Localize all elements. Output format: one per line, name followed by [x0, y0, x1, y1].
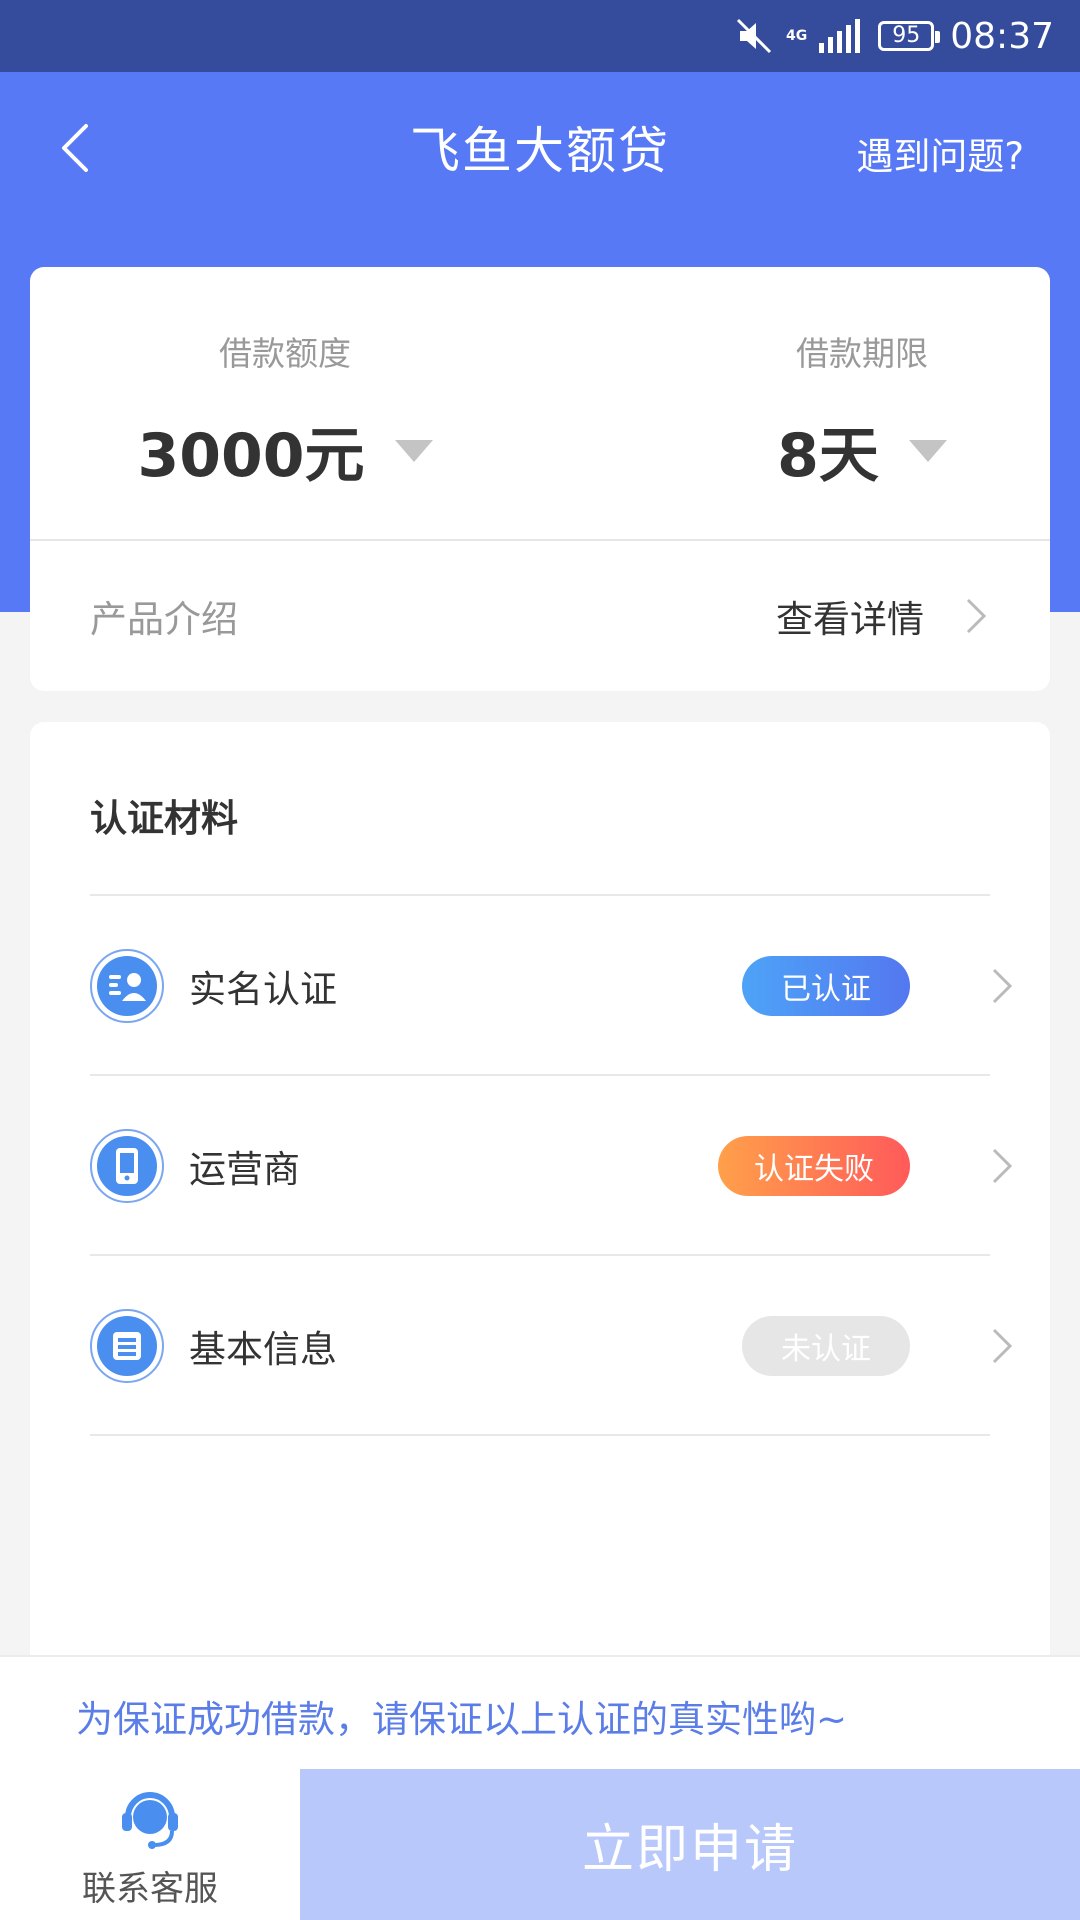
- chevron-right-icon: [966, 598, 987, 634]
- phone-icon: [90, 1129, 164, 1203]
- view-details-link[interactable]: 查看详情: [776, 589, 924, 643]
- status-badge: 认证失败: [718, 1136, 910, 1196]
- cert-item-real-name[interactable]: 实名认证 已认证: [90, 896, 1020, 1076]
- status-bar: 4G 95 08:37: [0, 0, 1080, 72]
- contact-service-button[interactable]: 联系客服: [0, 1769, 300, 1920]
- mute-icon: [736, 18, 772, 54]
- product-intro-label: 产品介绍: [90, 598, 238, 641]
- status-badge: 未认证: [742, 1316, 910, 1376]
- loan-amount-label: 借款额度: [219, 334, 351, 373]
- headset-icon: [122, 1792, 178, 1849]
- battery-icon: 95: [878, 21, 941, 51]
- loan-term-value: 8天: [777, 421, 879, 491]
- status-time: 08:37: [950, 15, 1054, 57]
- loan-amount-value: 3000元: [137, 421, 365, 491]
- chevron-right-icon: [992, 1148, 1013, 1184]
- loan-amount-selector[interactable]: 借款额度 3000元: [120, 327, 450, 494]
- cert-item-carrier[interactable]: 运营商 认证失败: [90, 1076, 1020, 1256]
- bottom-bar: 联系客服 立即申请: [0, 1769, 1080, 1920]
- status-badge: 已认证: [742, 956, 910, 1016]
- loan-term-label: 借款期限: [796, 334, 928, 373]
- product-intro-row[interactable]: 产品介绍 查看详情: [30, 541, 1050, 691]
- cert-item-label: 实名认证: [189, 968, 337, 1011]
- chevron-right-icon: [992, 968, 1013, 1004]
- loan-term-selector[interactable]: 借款期限 8天: [762, 327, 962, 494]
- loan-card: 借款额度 3000元 借款期限 8天 产品介绍 查看详情: [30, 267, 1050, 691]
- help-link[interactable]: 遇到问题?: [856, 126, 1024, 180]
- apply-now-button[interactable]: 立即申请: [300, 1769, 1080, 1920]
- battery-level: 95: [892, 23, 921, 48]
- divider: [90, 1434, 990, 1436]
- info-card-icon: [90, 1309, 164, 1383]
- chevron-right-icon: [992, 1328, 1013, 1364]
- caret-down-icon[interactable]: [394, 439, 433, 462]
- certification-title: 认证材料: [90, 797, 238, 840]
- signal-icon: [819, 19, 861, 53]
- caret-down-icon[interactable]: [908, 439, 947, 462]
- notice-bar: 为保证成功借款，请保证以上认证的真实性哟~: [0, 1655, 1080, 1769]
- notice-text: 为保证成功借款，请保证以上认证的真实性哟~: [76, 1698, 848, 1741]
- chevron-left-icon[interactable]: [52, 118, 108, 178]
- page-title: 飞鱼大额贷: [410, 122, 670, 180]
- cert-item-label: 运营商: [189, 1148, 300, 1191]
- nav-bar: 飞鱼大额贷 遇到问题?: [0, 72, 1080, 222]
- network-type: 4G: [786, 28, 808, 44]
- contact-service-label: 联系客服: [82, 1869, 218, 1909]
- id-card-icon: [90, 949, 164, 1023]
- cert-item-label: 基本信息: [189, 1328, 337, 1371]
- cert-item-basic-info[interactable]: 基本信息 未认证: [90, 1256, 1020, 1436]
